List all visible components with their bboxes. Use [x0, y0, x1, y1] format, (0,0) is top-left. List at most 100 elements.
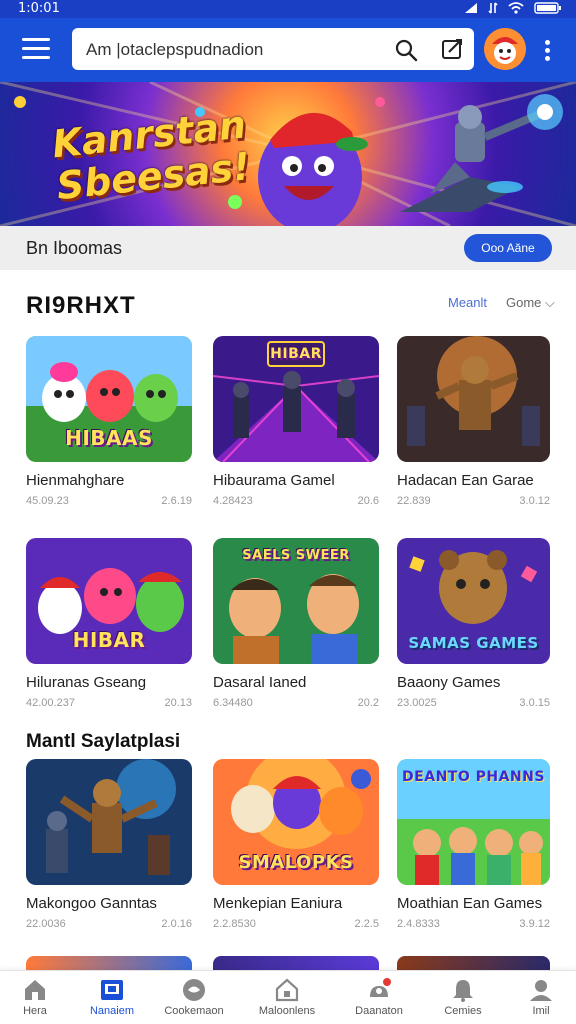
notifications-icon: [370, 978, 391, 997]
card-meta-left: 4.28423: [213, 495, 253, 507]
nav-label: Nanaiem: [89, 1005, 135, 1017]
avatar-icon: [484, 28, 526, 70]
game-card[interactable]: Hadacan Ean Garae 22.839 3.0.12: [397, 336, 550, 507]
nav-label: Maloonlens: [258, 1005, 316, 1017]
game-thumbnail: SAELS SWEER: [213, 538, 379, 664]
thumb-label: HIBAR: [72, 628, 146, 652]
wifi-icon: [508, 2, 524, 14]
card-meta-left: 22.0036: [26, 918, 66, 930]
card-title: Hadacan Ean Garae: [397, 472, 534, 489]
card-meta-left: 22.839: [397, 495, 431, 507]
card-meta-left: 6.34480: [213, 697, 253, 709]
card-meta-right: 20.13: [164, 697, 192, 709]
card-meta-right: 20.2: [357, 697, 379, 709]
card-meta: 22.0036 2.0.16: [26, 918, 192, 930]
section-sort-dropdown[interactable]: Gome ⌵: [506, 295, 555, 311]
game-art: [397, 336, 550, 462]
home-icon: [25, 980, 45, 1000]
game-card-partial[interactable]: [397, 956, 550, 970]
card-meta: 45.09.23 2.6.19: [26, 495, 192, 507]
hamburger-icon: [22, 38, 50, 41]
store-icon: [275, 978, 299, 1002]
card-title: Makongoo Ganntas: [26, 895, 157, 912]
card-meta-right: 3.0.15: [519, 697, 550, 709]
nav-label: Daanaton: [355, 1005, 403, 1017]
bell-icon: [453, 980, 473, 1002]
card-meta-left: 23.0025: [397, 697, 437, 709]
game-card[interactable]: HIBAR Hiluranas Gseang 42.00.237 20.13: [26, 538, 192, 709]
nav-label: Imil: [532, 1005, 550, 1017]
app-screen: 1:0:01 Am |otaclepspudnadion Kanrstan Sb…: [0, 0, 576, 1024]
nav-item-profile[interactable]: Imil: [500, 971, 576, 1024]
game-thumbnail: DEANTO PHANNS: [397, 759, 550, 885]
game-card[interactable]: SMALOPKS Menkepian Eaniura 2.2.8530 2.2.…: [213, 759, 379, 930]
library-icon: [101, 980, 123, 1000]
game-card[interactable]: HIBAR Hibaurama Gamel 4.28423 20.6: [213, 336, 379, 507]
card-meta: 22.839 3.0.12: [397, 495, 550, 507]
card-meta-left: 42.00.237: [26, 697, 75, 709]
thumb-label: SMALOPKS: [238, 852, 354, 873]
thumb-label: DEANTO PHANNS: [402, 769, 545, 785]
battery-icon: [534, 2, 561, 14]
edit-icon[interactable]: [440, 37, 464, 61]
nav-label: Hera: [23, 1005, 47, 1017]
subheader-bar: Bn Iboomas Ooo Aăne: [0, 226, 576, 270]
nav-item-controller[interactable]: Cookemaon: [153, 971, 235, 1024]
card-meta: 42.00.237 20.13: [26, 697, 192, 709]
card-title: Baaony Games: [397, 674, 501, 691]
card-title: Menkepian Eaniura: [213, 895, 343, 912]
search-input[interactable]: Am |otaclepspudnadion: [72, 28, 474, 70]
thumb-label: SAMAS GAMES: [408, 634, 539, 652]
game-card-partial[interactable]: [213, 956, 379, 970]
data-icon: [488, 2, 498, 14]
card-meta-right: 2.2.5: [354, 918, 379, 930]
game-thumbnail: [26, 759, 192, 885]
bottom-navigation: Hera Nanaiem Cookemaon Maloonlens Daanat…: [0, 970, 576, 1024]
controller-icon: [183, 979, 205, 1001]
game-thumbnail: SMALOPKS: [213, 759, 379, 885]
game-card[interactable]: SAELS SWEER Dasaral Ianed 6.34480 20.2: [213, 538, 379, 709]
card-meta-right: 3.0.12: [519, 495, 550, 507]
section-more-link[interactable]: Meanlt: [448, 295, 487, 310]
section-subtitle: Mantl Saylatplasi: [26, 731, 181, 752]
subheader-button[interactable]: Ooo Aăne: [464, 234, 552, 262]
card-meta: 2.2.8530 2.2.5: [213, 918, 379, 930]
card-title: Moathian Ean Games: [397, 895, 543, 912]
subheader-title: Bn Iboomas: [26, 238, 123, 258]
app-bar: Am |otaclepspudnadion: [0, 18, 576, 82]
game-card-partial[interactable]: [26, 956, 192, 970]
game-thumbnail: HIBAR: [213, 336, 379, 462]
nav-label: Cookemaon: [164, 1005, 224, 1017]
card-meta-left: 45.09.23: [26, 495, 69, 507]
card-meta-left: 2.4.8333: [397, 918, 440, 930]
hero-banner[interactable]: Kanrstan Sbeesas!: [0, 82, 576, 226]
game-thumbnail: SAMAS GAMES: [397, 538, 550, 664]
card-title: Hibaurama Gamel: [213, 472, 335, 489]
card-title: Dasaral Ianed: [213, 674, 307, 691]
menu-button[interactable]: [22, 38, 50, 62]
search-query: Am |otaclepspudnadion: [86, 40, 264, 59]
card-meta: 4.28423 20.6: [213, 495, 379, 507]
game-card[interactable]: HIBAAS Hienmahghare 45.09.23 2.6.19: [26, 336, 192, 507]
nav-label: Cemies: [444, 1005, 482, 1017]
thumb-label: SAELS SWEER: [242, 548, 350, 563]
nav-item-bell[interactable]: Cemies: [422, 971, 504, 1024]
card-meta: 23.0025 3.0.15: [397, 697, 550, 709]
card-title: Hiluranas Gseang: [26, 674, 147, 691]
avatar[interactable]: [484, 28, 526, 70]
signal-icon: [465, 3, 477, 13]
game-card[interactable]: SAMAS GAMES Baaony Games 23.0025 3.0.15: [397, 538, 550, 709]
game-card[interactable]: DEANTO PHANNS Moathian Ean Games 2.4.833…: [397, 759, 550, 930]
more-vertical-icon[interactable]: [540, 40, 554, 64]
card-meta: 2.4.8333 3.9.12: [397, 918, 550, 930]
nav-item-library[interactable]: Nanaiem: [71, 971, 153, 1024]
game-card[interactable]: Makongoo Ganntas 22.0036 2.0.16: [26, 759, 192, 930]
card-meta-right: 2.0.16: [161, 918, 192, 930]
thumb-label: HIBAR: [270, 346, 322, 362]
search-icon[interactable]: [394, 38, 418, 62]
nav-item-store[interactable]: Maloonlens: [246, 971, 328, 1024]
card-meta-right: 20.6: [357, 495, 379, 507]
nav-item-notifications[interactable]: Daanaton: [338, 971, 420, 1024]
nav-item-home[interactable]: Hera: [0, 971, 76, 1024]
game-thumbnail: HIBAR: [26, 538, 192, 664]
